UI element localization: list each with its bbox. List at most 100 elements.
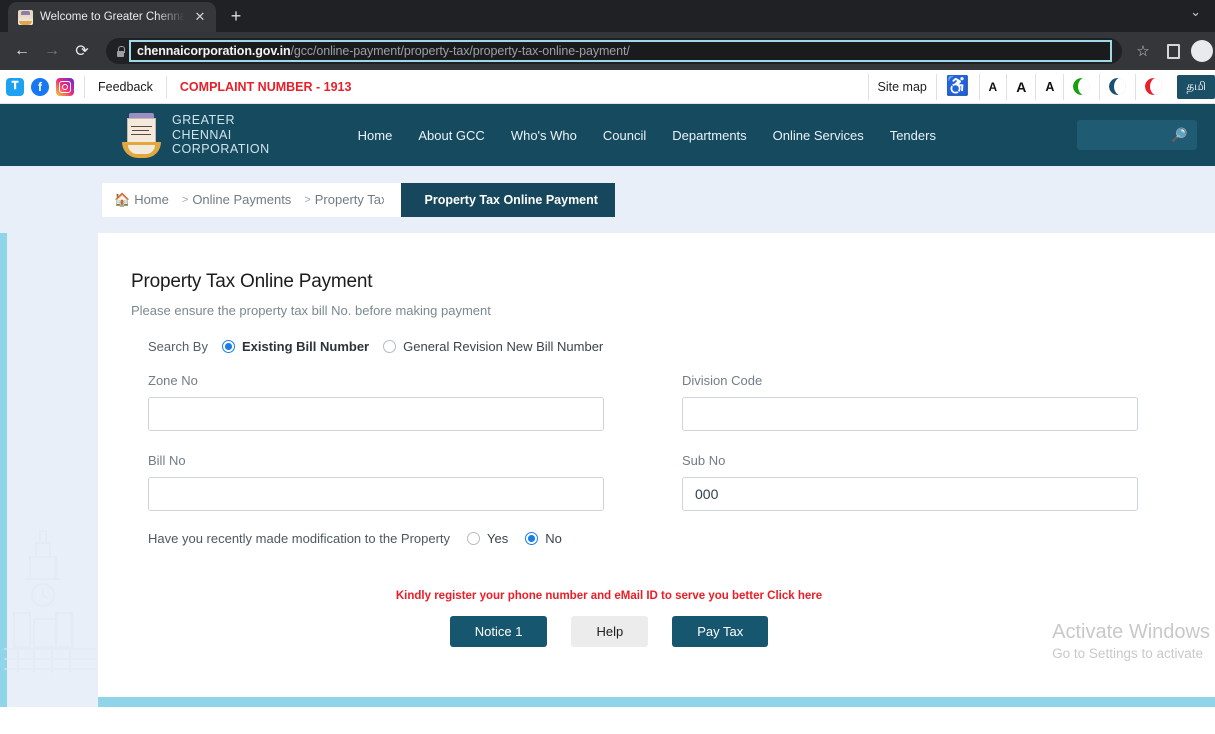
extensions-icon[interactable] (1167, 43, 1180, 59)
zone-no-label: Zone No (148, 373, 198, 388)
registration-notice[interactable]: Kindly register your phone number and eM… (131, 590, 1215, 602)
breadcrumb: 🏠 Home > Online Payments > Property Tax … (102, 182, 615, 217)
sub-no-label: Sub No (682, 453, 726, 468)
back-button[interactable]: ← (8, 37, 36, 65)
search-by-row: Search By Existing Bill Number General R… (131, 339, 1215, 354)
page-content: Property Tax Online Payment Please ensur… (0, 233, 1215, 707)
field-zone-no: Zone No (148, 373, 604, 431)
division-code-input[interactable] (682, 397, 1138, 431)
nav-item-council[interactable]: Council (603, 128, 646, 143)
breadcrumb-separator: > (181, 193, 189, 206)
browser-chrome: Welcome to Greater Chennai Cor ✕ + ⌄ ← →… (0, 0, 1215, 70)
activate-windows-watermark: Activate Windows Go to Settings to activ… (1052, 621, 1210, 661)
tab-favicon-icon (18, 9, 33, 25)
breadcrumb-item-active: Property Tax Online Payment (383, 182, 615, 217)
building-watermark-image (4, 530, 96, 673)
breadcrumb-item-online-payments[interactable]: Online Payments (192, 192, 300, 207)
radio-icon[interactable] (221, 340, 235, 353)
font-size-medium-button[interactable]: A (1006, 73, 1035, 100)
toolbar-right-group: ☆ (1130, 40, 1213, 62)
search-icon[interactable]: 🔍 (1170, 127, 1187, 144)
nav-item-tenders[interactable]: Tenders (890, 128, 936, 143)
browser-tab[interactable]: Welcome to Greater Chennai Cor ✕ (8, 2, 216, 32)
search-by-label: Search By (148, 339, 208, 354)
bookmark-star-icon[interactable]: ☆ (1130, 42, 1156, 60)
activate-title: Activate Windows (1052, 621, 1210, 643)
language-toggle-tamil[interactable]: தமி (1177, 74, 1215, 99)
notice-1-button[interactable]: Notice 1 (449, 616, 548, 647)
main-navigation: Home About GCC Who's Who Council Departm… (358, 128, 936, 143)
bill-no-input[interactable] (148, 477, 604, 511)
reload-button[interactable]: ⟳ (68, 37, 96, 65)
nav-item-about-gcc[interactable]: About GCC (418, 128, 484, 143)
theme-green-button[interactable] (1063, 73, 1099, 100)
page-title: Property Tax Online Payment (131, 271, 373, 292)
chevron-down-icon[interactable]: ⌄ (1184, 4, 1207, 20)
forward-button[interactable]: → (38, 37, 66, 65)
moon-icon (1145, 78, 1163, 95)
feedback-link[interactable]: Feedback (84, 75, 166, 98)
tab-title: Welcome to Greater Chennai Cor (40, 11, 185, 23)
moon-icon (1109, 78, 1127, 95)
site-logo[interactable]: GREATER CHENNAI CORPORATION (122, 112, 270, 159)
breadcrumb-home-label: Home (134, 192, 169, 207)
form-grid: Zone No Division Code Bill No Sub No (131, 373, 1215, 533)
home-icon: 🏠 (114, 191, 131, 207)
radio-existing-bill-number[interactable]: Existing Bill Number (221, 339, 370, 354)
radio-icon[interactable] (383, 340, 397, 353)
social-links-group: 𝐓 f (0, 77, 84, 96)
facebook-icon[interactable]: f (31, 77, 49, 96)
bill-no-label: Bill No (148, 453, 186, 468)
complaint-number-text: COMPLAINT NUMBER - 1913 (165, 75, 351, 98)
breadcrumb-separator: > (304, 193, 311, 206)
nav-item-departments[interactable]: Departments (672, 128, 746, 143)
breadcrumb-band: 🏠 Home > Online Payments > Property Tax … (0, 166, 1215, 424)
sitemap-link[interactable]: Site map (867, 73, 936, 100)
radio-modification-yes[interactable]: Yes (467, 531, 508, 546)
sub-no-input[interactable] (682, 477, 1138, 511)
url-domain: chennaicorporation.gov.in (137, 44, 291, 58)
close-icon[interactable]: ✕ (192, 9, 208, 25)
property-tax-form: Property Tax Online Payment Please ensur… (98, 233, 1215, 647)
new-tab-button[interactable]: + (222, 3, 250, 31)
twitter-icon[interactable]: 𝐓 (6, 77, 24, 96)
bottom-accent-strip (98, 697, 1215, 707)
radio-general-revision-new-bill-number[interactable]: General Revision New Bill Number (383, 339, 603, 354)
instagram-icon[interactable] (56, 77, 74, 96)
help-button[interactable]: Help (571, 616, 649, 647)
breadcrumb-item-home[interactable]: 🏠 Home (114, 192, 178, 208)
pay-tax-button[interactable]: Pay Tax (672, 616, 769, 647)
site-utility-bar: 𝐓 f Feedback COMPLAINT NUMBER - 1913 Sit… (0, 70, 1215, 104)
theme-blue-button[interactable] (1099, 73, 1135, 100)
nav-item-online-services[interactable]: Online Services (773, 128, 864, 143)
division-code-label: Division Code (682, 373, 763, 388)
radio-icon[interactable] (525, 532, 539, 545)
radio-modification-no[interactable]: No (525, 531, 562, 546)
accessibility-icon[interactable]: ♿ (935, 73, 979, 100)
brand-name: GREATER CHENNAI CORPORATION (172, 113, 270, 157)
utility-right-group: Site map ♿ A A A தமி (867, 70, 1215, 103)
field-division-code: Division Code (682, 373, 1138, 431)
profile-avatar[interactable] (1191, 40, 1213, 62)
tabstrip-right-group: ⌄ (1184, 4, 1207, 20)
address-bar[interactable]: chennaicorporation.gov.in/gcc/online-pay… (106, 38, 1122, 64)
url-text-field[interactable]: chennaicorporation.gov.in/gcc/online-pay… (129, 40, 1112, 62)
zone-no-input[interactable] (148, 397, 604, 431)
site-header: GREATER CHENNAI CORPORATION Home About G… (0, 104, 1215, 308)
gcc-emblem-icon (122, 112, 161, 159)
nav-item-home[interactable]: Home (358, 128, 393, 143)
field-bill-no: Bill No (148, 453, 604, 511)
radio-label: General Revision New Bill Number (403, 339, 604, 354)
font-size-large-button[interactable]: A (1035, 73, 1063, 100)
header-search-input[interactable]: 🔍 (1077, 120, 1197, 150)
page-subtitle: Please ensure the property tax bill No. … (131, 303, 491, 318)
radio-label: Existing Bill Number (241, 339, 370, 354)
theme-red-button[interactable] (1135, 73, 1171, 100)
brand-line-3: CORPORATION (172, 142, 270, 157)
nav-item-whos-who[interactable]: Who's Who (511, 128, 577, 143)
font-size-small-button[interactable]: A (978, 73, 1007, 100)
radio-icon[interactable] (467, 532, 481, 545)
brand-line-2: CHENNAI (172, 127, 232, 142)
browser-toolbar: ← → ⟳ chennaicorporation.gov.in/gcc/onli… (0, 32, 1215, 70)
lock-icon (115, 45, 125, 57)
